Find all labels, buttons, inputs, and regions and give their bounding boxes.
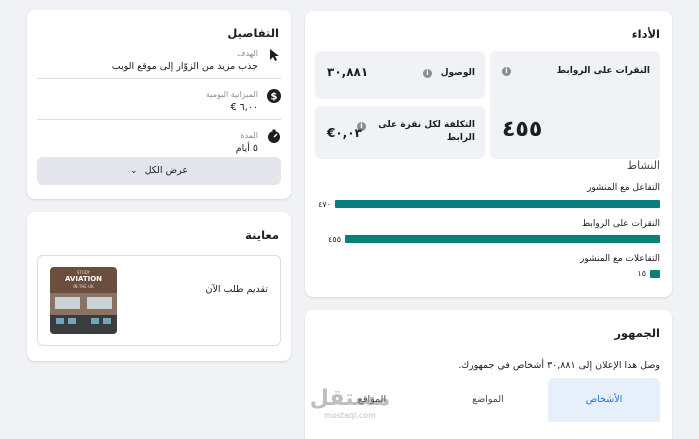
reach-label: الوصول — [440, 68, 475, 78]
goal-value: جذب مزيد من الزوّار إلى موقع الويب — [111, 61, 258, 72]
activity-row-label: النقرات على الروابط — [581, 219, 660, 229]
activity-row-label: التفاعل مع المنشور — [587, 183, 660, 193]
watermark: مستقل mostaql.com — [305, 386, 395, 421]
details-card: التفاصيل الهدف جذب مزيد من الزوّار إلى م… — [27, 10, 291, 199]
dollar-icon: $ — [267, 89, 281, 103]
activity-title: النشاط — [626, 159, 660, 172]
divider — [37, 78, 281, 79]
thumb-line2: AVIATION — [64, 275, 103, 283]
info-icon[interactable]: i — [423, 69, 432, 78]
budget-label: الميزانية اليومية — [205, 90, 258, 99]
divider — [37, 119, 281, 120]
show-all-button[interactable]: عرض الكل ⌄ — [37, 157, 281, 185]
show-all-label: عرض الكل — [144, 165, 188, 176]
cpc-label: التكلفة لكل نقرة على الرابط — [378, 120, 475, 143]
svg-text:$: $ — [271, 92, 278, 103]
activity-bar — [345, 235, 660, 243]
info-icon[interactable]: i — [502, 67, 511, 76]
preview-card: معاينة تقديم طلب الآن STUDY AVIATION IN … — [27, 212, 291, 361]
chevron-down-icon: ⌄ — [130, 166, 138, 176]
performance-card: الأداء النقرات على الروابط i ٤٥٥ الوصول … — [305, 11, 672, 297]
thumb-line3: IN THE UK — [73, 284, 94, 289]
watermark-logo: مستقل — [309, 386, 391, 411]
activity-value: ٤٥٥ — [328, 235, 341, 244]
activity-bar — [650, 270, 660, 278]
activity-value: ٤٧٠ — [318, 200, 331, 209]
budget-value: ٦,٠٠ € — [230, 102, 258, 113]
preview-title: معاينة — [245, 228, 279, 242]
cockpit-image — [50, 293, 117, 334]
activity-value: ١٥ — [637, 269, 646, 278]
tab-placements[interactable]: المواضع — [432, 378, 544, 422]
audience-title: الجمهور — [614, 326, 660, 340]
ad-thumbnail: STUDY AVIATION IN THE UK — [50, 267, 117, 334]
ad-cta-text: تقديم طلب الآن — [205, 284, 268, 295]
cpc-metric[interactable]: التكلفة لكل نقرة على الرابط i ٠,٠٣€ — [315, 106, 485, 159]
performance-title: الأداء — [631, 27, 660, 41]
cursor-icon — [270, 49, 279, 61]
reach-metric[interactable]: الوصول i ٣٠,٨٨١ — [315, 51, 485, 99]
duration-value: ٥ أيام — [235, 143, 258, 154]
activity-bar — [335, 200, 660, 208]
activity-row-label: التفاعلات مع المنشور — [580, 254, 660, 264]
link-clicks-label: النقرات على الروابط — [556, 66, 650, 76]
cpc-value: ٠,٠٣€ — [327, 126, 362, 140]
stopwatch-icon — [268, 129, 280, 143]
duration-label: المدة — [240, 131, 258, 140]
goal-label: الهدف — [237, 49, 258, 58]
link-clicks-value: ٤٥٥ — [502, 117, 543, 142]
ad-preview[interactable]: تقديم طلب الآن STUDY AVIATION IN THE UK — [37, 255, 281, 346]
watermark-url: mostaql.com — [324, 411, 376, 420]
reach-value: ٣٠,٨٨١ — [327, 65, 369, 79]
details-title: التفاصيل — [227, 26, 279, 40]
audience-description: وصل هذا الإعلان إلى ٣٠,٨٨١ أشخاص في جمهو… — [458, 360, 660, 371]
link-clicks-metric[interactable]: النقرات على الروابط i ٤٥٥ — [490, 51, 660, 159]
tab-people[interactable]: الأشخاص — [548, 378, 660, 422]
